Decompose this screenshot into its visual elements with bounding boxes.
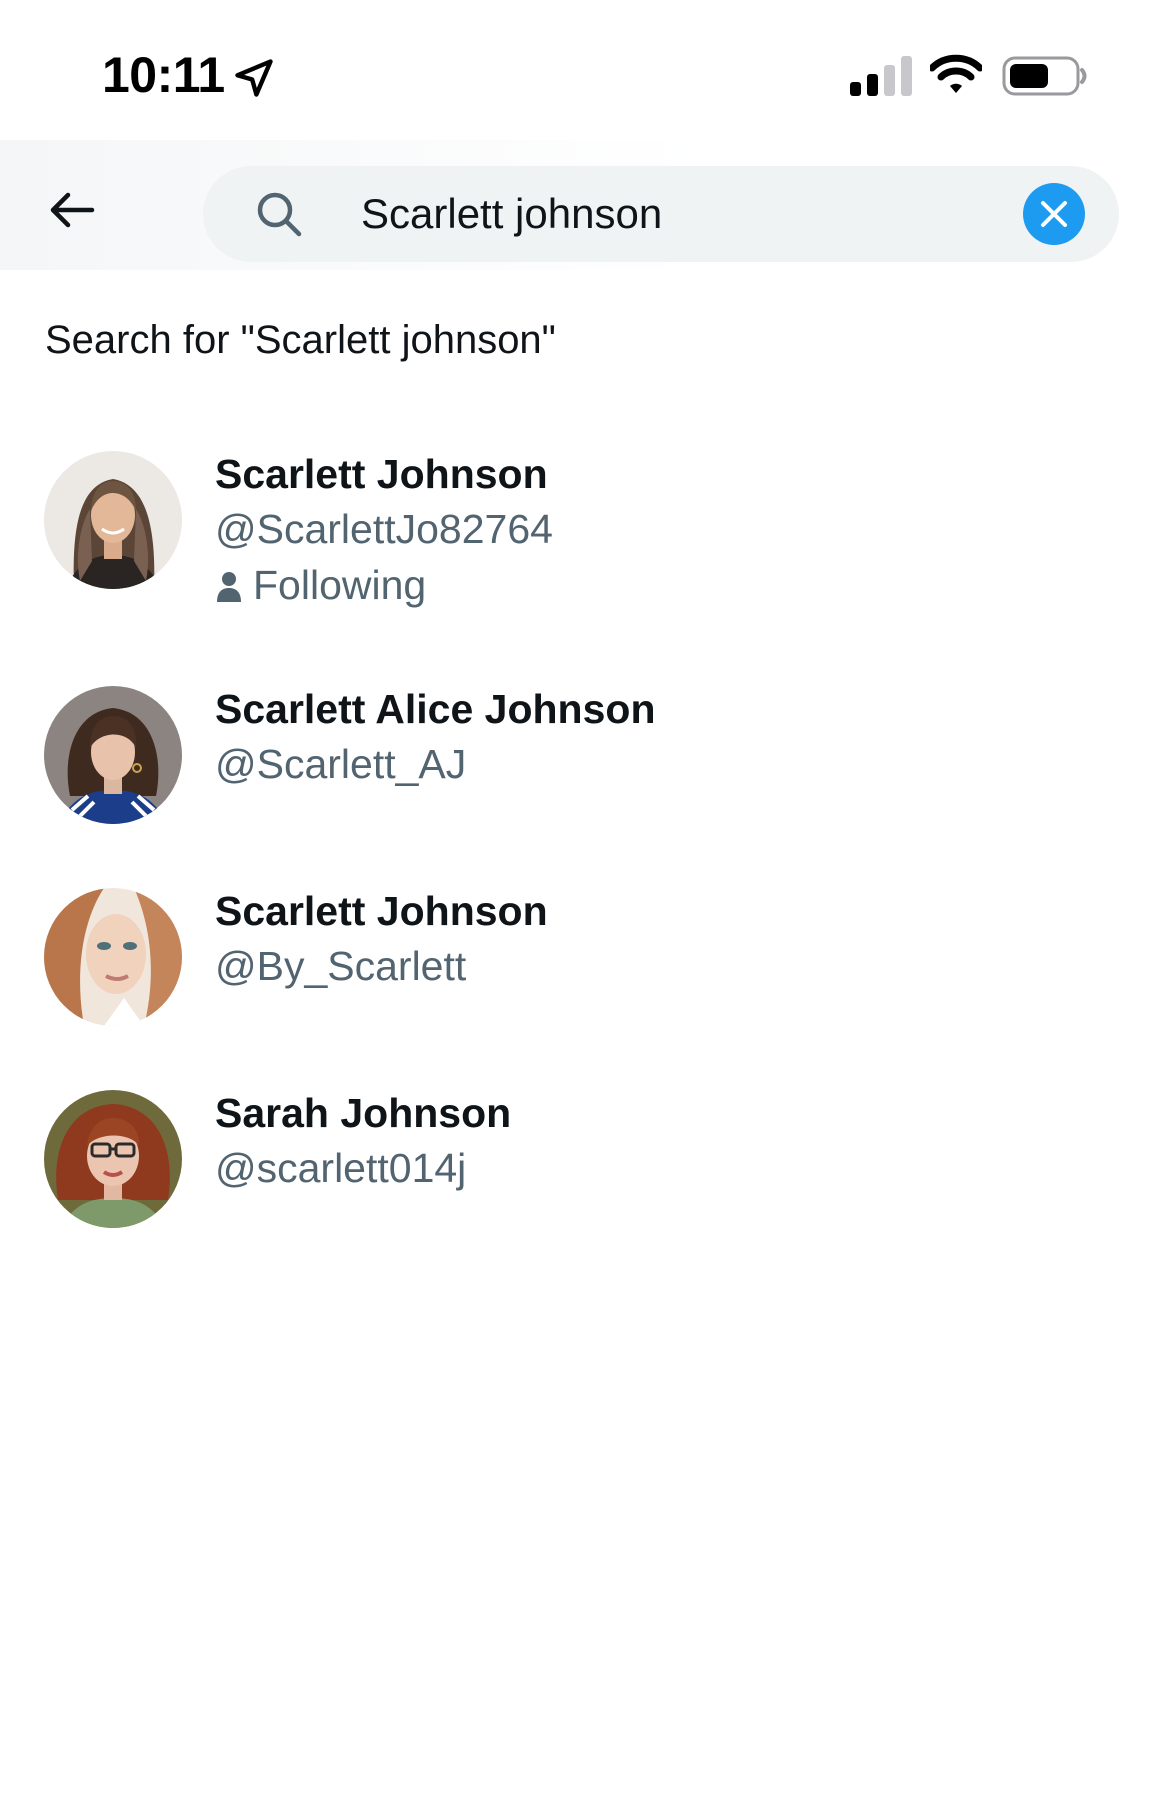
avatar [44, 686, 182, 824]
result-handle: @ScarlettJo82764 [215, 506, 553, 552]
search-box[interactable] [203, 166, 1119, 262]
result-handle: @By_Scarlett [215, 943, 467, 989]
search-input[interactable] [361, 176, 1001, 252]
following-indicator: Following [215, 562, 426, 609]
search-header [0, 140, 1170, 270]
avatar [44, 888, 182, 1026]
clear-search-button[interactable] [1023, 183, 1085, 245]
avatar [44, 451, 182, 589]
result-item[interactable]: Sarah Johnson @scarlett014j [0, 1072, 1170, 1252]
result-name: Sarah Johnson [215, 1090, 512, 1136]
battery-icon [1002, 56, 1087, 96]
status-time: 10:11 [102, 47, 225, 103]
cellular-signal-icon [850, 56, 912, 96]
following-label: Following [253, 562, 427, 608]
person-icon [217, 571, 241, 602]
result-name: Scarlett Johnson [215, 451, 548, 497]
result-handle: @Scarlett_AJ [215, 741, 467, 787]
result-item[interactable]: Scarlett Johnson @By_Scarlett [0, 870, 1170, 1050]
result-item[interactable]: Scarlett Alice Johnson @Scarlett_AJ [0, 668, 1170, 848]
search-icon [257, 192, 302, 237]
search-for-query-link[interactable]: Search for "Scarlett johnson" [45, 318, 556, 363]
location-arrow-icon [235, 59, 273, 97]
close-icon [1041, 201, 1067, 227]
result-name: Scarlett Alice Johnson [215, 686, 656, 732]
arrow-left-icon [50, 192, 95, 228]
result-item[interactable]: Scarlett Johnson @ScarlettJo82764 Follow… [0, 430, 1170, 640]
avatar [44, 1090, 182, 1228]
status-bar: 10:11 [0, 0, 1170, 140]
wifi-icon [930, 54, 982, 93]
back-button[interactable] [38, 180, 106, 240]
result-handle: @scarlett014j [215, 1145, 467, 1191]
result-name: Scarlett Johnson [215, 888, 548, 934]
